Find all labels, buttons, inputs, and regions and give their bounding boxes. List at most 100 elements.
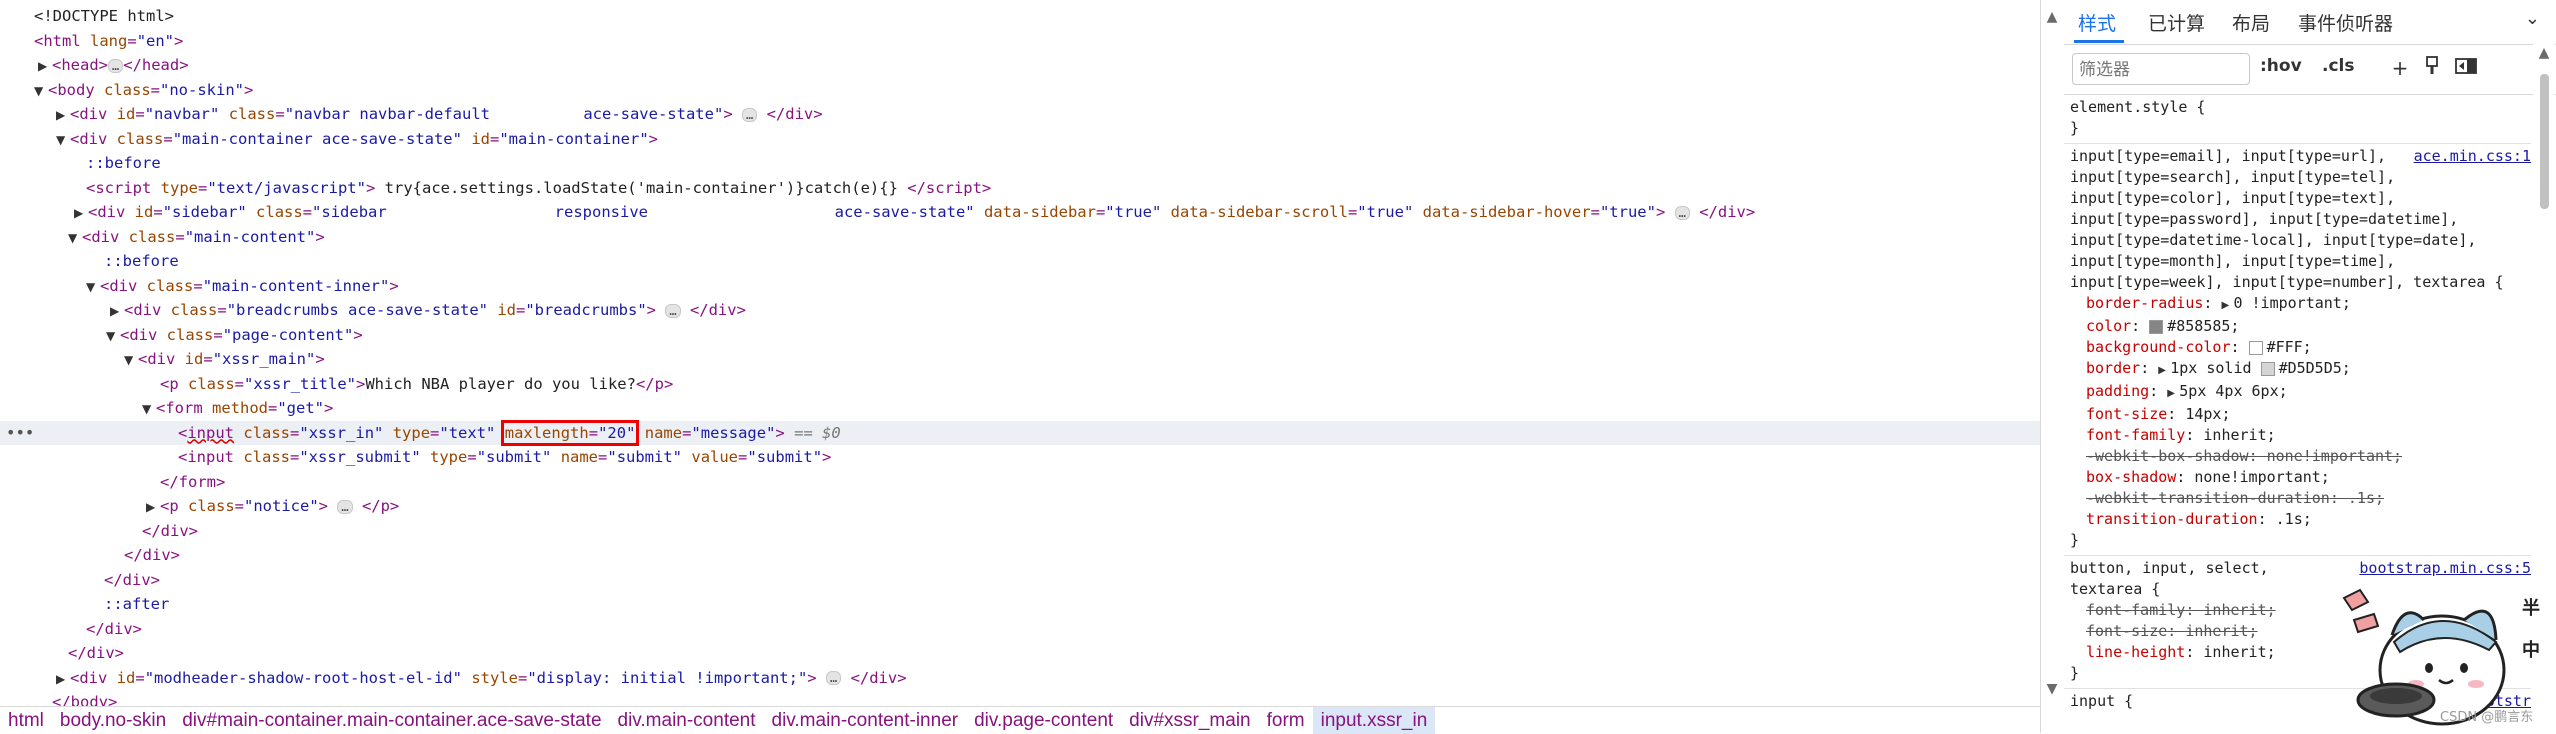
collapse-triangle-icon[interactable]: ▼: [68, 226, 82, 251]
expand-triangle-icon[interactable]: ▶: [56, 667, 70, 692]
tree-row[interactable]: <!DOCTYPE html>: [0, 4, 2040, 29]
tree-row[interactable]: ▼ <form method="get">: [0, 396, 2040, 421]
collapse-triangle-icon[interactable]: ▼: [106, 324, 120, 349]
css-declaration[interactable]: -webkit-box-shadow: none!important;: [2070, 446, 2523, 467]
css-property-value[interactable]: inherit;: [2203, 643, 2275, 661]
css-declaration[interactable]: border: ▶ 1px solid #D5D5D5;: [2070, 358, 2523, 381]
css-declaration[interactable]: transition-duration: .1s;: [2070, 509, 2523, 530]
tree-row[interactable]: ▼ <body class="no-skin">: [0, 78, 2040, 103]
tree-row[interactable]: <p class="xssr_title">Which NBA player d…: [0, 372, 2040, 397]
ellipsis-button[interactable]: …: [1674, 205, 1690, 220]
css-property-name[interactable]: background-color: [2086, 338, 2231, 356]
cls-button[interactable]: .cls: [2322, 56, 2354, 76]
css-property-name[interactable]: color: [2086, 317, 2131, 335]
css-property-name[interactable]: transition-duration: [2086, 510, 2258, 528]
css-property-name[interactable]: line-height: [2086, 643, 2185, 661]
css-property-value[interactable]: none!important;: [2194, 468, 2329, 486]
css-property-value[interactable]: 14px;: [2185, 405, 2230, 423]
collapse-triangle-icon[interactable]: ▼: [142, 397, 156, 422]
more-icon[interactable]: •••: [6, 421, 34, 446]
breadcrumb-item[interactable]: div#xssr_main: [1121, 707, 1258, 734]
css-declaration[interactable]: border-radius: ▶ 0 !important;: [2070, 293, 2523, 316]
tree-row[interactable]: </div>: [0, 617, 2040, 642]
ellipsis-button[interactable]: …: [108, 58, 124, 73]
rule-selector[interactable]: element.style {: [2070, 97, 2523, 118]
tree-row[interactable]: ▼ <div class="page-content">: [0, 323, 2040, 348]
tree-row[interactable]: ▶ <div id="modheader-shadow-root-host-el-…: [0, 666, 2040, 691]
panel-divider[interactable]: [2040, 0, 2041, 733]
expand-triangle-icon[interactable]: ▶: [56, 103, 70, 128]
expand-triangle-icon[interactable]: ▶: [2167, 383, 2179, 404]
hov-button[interactable]: :hov: [2260, 56, 2302, 76]
css-declaration[interactable]: font-size: 14px;: [2070, 404, 2523, 425]
css-declaration[interactable]: padding: ▶ 5px 4px 6px;: [2070, 381, 2523, 404]
css-property-name[interactable]: -webkit-transition-duration: [2086, 489, 2330, 507]
scroll-up-icon[interactable]: ▲: [2043, 8, 2061, 26]
css-property-value[interactable]: inherit;: [2203, 426, 2275, 444]
css-property-value[interactable]: 5px 4px 6px;: [2179, 382, 2287, 400]
breadcrumb-item[interactable]: html: [0, 707, 52, 734]
tree-row[interactable]: </div>: [0, 543, 2040, 568]
toggle-sidebar-icon[interactable]: [2454, 56, 2478, 80]
css-property-value[interactable]: inherit;: [2203, 601, 2275, 619]
ellipsis-button[interactable]: …: [742, 107, 758, 122]
breadcrumb-item[interactable]: div.main-content-inner: [764, 707, 967, 734]
collapse-triangle-icon[interactable]: ▼: [86, 275, 100, 300]
tree-row[interactable]: ::before: [0, 151, 2040, 176]
css-property-name[interactable]: font-size: [2086, 405, 2167, 423]
tab-styles[interactable]: 样式: [2078, 9, 2116, 36]
color-swatch[interactable]: [2149, 319, 2164, 334]
css-property-name[interactable]: padding: [2086, 382, 2149, 400]
rule-selector-line[interactable]: input[type=search], input[type=tel],: [2070, 167, 2523, 188]
tree-row[interactable]: <script type="text/javascript"> try{ace.…: [0, 176, 2040, 201]
css-declaration[interactable]: font-family: inherit;: [2070, 425, 2523, 446]
css-property-value[interactable]: #FFF;: [2267, 338, 2312, 356]
css-property-value[interactable]: 1px solid: [2170, 359, 2260, 377]
tree-row[interactable]: ▶ <div id="sidebar" class="sidebar respon…: [0, 200, 2040, 225]
breadcrumb-item[interactable]: div.main-content: [610, 707, 764, 734]
expand-triangle-icon[interactable]: ▶: [74, 201, 88, 226]
paint-brush-icon[interactable]: [2420, 56, 2444, 80]
tree-row[interactable]: ▼ <div class="main-content-inner">: [0, 274, 2040, 299]
tree-row[interactable]: ▶ <div id="navbar" class="navbar navbar-d…: [0, 102, 2040, 127]
expand-triangle-icon[interactable]: ▶: [146, 495, 160, 520]
rule-source-link[interactable]: ace.min.css:1: [2414, 146, 2531, 167]
css-declaration[interactable]: box-shadow: none!important;: [2070, 467, 2523, 488]
color-swatch[interactable]: [2260, 361, 2275, 376]
expand-triangle-icon[interactable]: ▶: [2221, 295, 2233, 316]
css-property-value[interactable]: #858585;: [2167, 317, 2239, 335]
collapse-triangle-icon[interactable]: ▼: [34, 79, 48, 104]
ellipsis-button[interactable]: …: [825, 671, 842, 685]
chevron-down-icon[interactable]: ⌄: [2525, 8, 2540, 29]
tree-row[interactable]: </div>: [0, 641, 2040, 666]
tree-row[interactable]: ▼ <div class="main-content">: [0, 225, 2040, 250]
tab-layout[interactable]: 布局: [2232, 9, 2270, 36]
ellipsis-button[interactable]: …: [337, 499, 353, 514]
css-property-name[interactable]: -webkit-box-shadow: [2086, 447, 2249, 465]
scroll-down-icon[interactable]: ▼: [2043, 680, 2061, 698]
rule-selector-line[interactable]: input[type=week], input[type=number], te…: [2070, 272, 2523, 293]
css-property-value[interactable]: .1s;: [2348, 489, 2384, 507]
rule-selector-line[interactable]: input[type=month], input[type=time],: [2070, 251, 2523, 272]
scroll-up-icon[interactable]: ▲: [2535, 44, 2553, 62]
breadcrumb-item[interactable]: div#main-container.main-container.ace-sa…: [174, 707, 609, 734]
collapse-triangle-icon[interactable]: ▼: [56, 128, 70, 153]
tree-row[interactable]: </div>: [0, 568, 2040, 593]
collapse-triangle-icon[interactable]: ▼: [124, 348, 138, 373]
tree-row[interactable]: ::before: [0, 249, 2040, 274]
maxlength-highlight[interactable]: maxlength="20": [500, 419, 640, 446]
expand-triangle-icon[interactable]: ▶: [2158, 360, 2170, 381]
breadcrumb-item[interactable]: div.page-content: [966, 707, 1121, 734]
css-property-name[interactable]: box-shadow: [2086, 468, 2176, 486]
add-rule-icon[interactable]: +: [2388, 56, 2412, 80]
css-property-value[interactable]: #D5D5D5;: [2279, 359, 2351, 377]
tree-row[interactable]: ▶ <div class="breadcrumbs ace-save-state"…: [0, 298, 2040, 323]
tree-row[interactable]: </form>: [0, 470, 2040, 495]
rule-selector-line[interactable]: input[type=color], input[type=text],: [2070, 188, 2523, 209]
css-property-name[interactable]: border-radius: [2086, 294, 2203, 312]
css-property-name[interactable]: font-size: [2086, 622, 2167, 640]
tab-event-listeners[interactable]: 事件侦听器: [2298, 9, 2393, 36]
breadcrumb-item-current[interactable]: input.xssr_in: [1312, 707, 1436, 734]
tree-row[interactable]: <html lang="en">: [0, 29, 2040, 54]
tab-computed[interactable]: 已计算: [2148, 9, 2205, 36]
